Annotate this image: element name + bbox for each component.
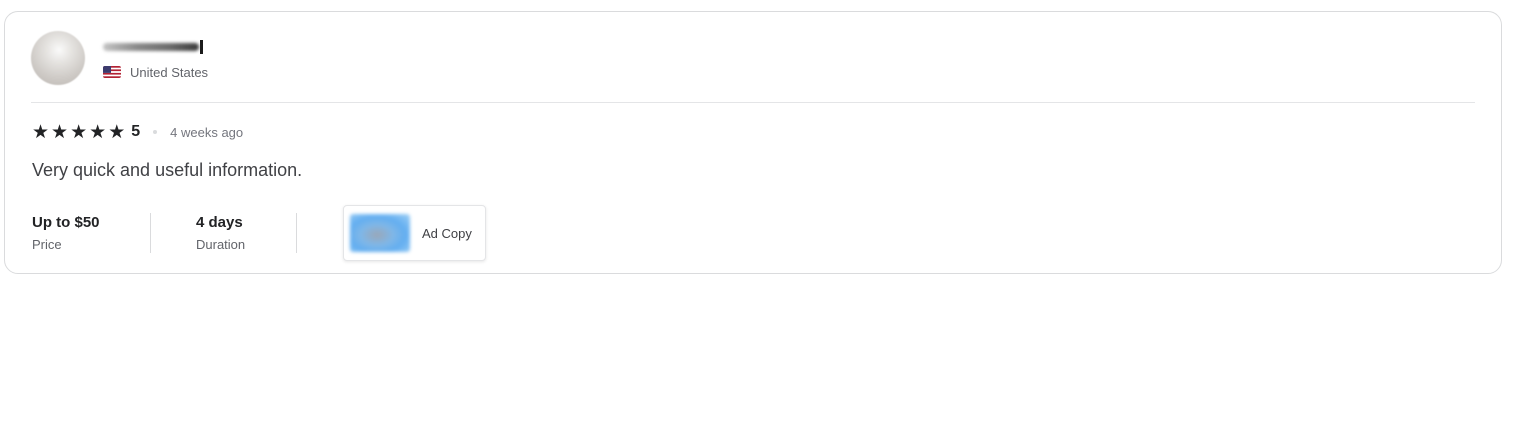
duration-detail: 4 days Duration [196,213,297,253]
us-flag-graphic [103,66,121,78]
review-text: Very quick and useful information. [32,160,303,180]
service-thumbnail [350,214,410,252]
review-card: United States ★ ★ ★ ★ ★ 5 4 weeks ago Ve… [4,11,1502,274]
country-name: United States [130,64,209,80]
reviewer-avatar[interactable] [31,31,85,85]
reviewer-header: United States [31,30,208,86]
rating-value: 5 [131,123,141,140]
duration-value: 4 days [196,214,243,231]
duration-label: Duration [196,237,246,252]
reviewer-country: United States [103,65,208,80]
star-icon: ★ [89,121,107,143]
username-blur [103,42,199,51]
price-label: Price [32,237,62,252]
star-icon: ★ [70,121,88,143]
star-icon: ★ [108,121,126,143]
star-icon: ★ [51,121,69,143]
username-fragment [200,39,203,54]
service-card[interactable]: Ad Copy [343,205,486,261]
reviewer-username-redacted[interactable] [103,37,208,57]
price-value: Up to $50 [32,214,100,231]
price-detail: Up to $50 Price [32,213,151,253]
star-icon: ★ [32,121,50,143]
order-details: Up to $50 Price 4 days Duration Ad Copy [32,198,486,268]
us-flag-icon [103,66,121,78]
rating-row: ★ ★ ★ ★ ★ 5 4 weeks ago [32,121,243,143]
reviewer-meta: United States [103,37,208,80]
star-rating: ★ ★ ★ ★ ★ [32,123,127,142]
separator-dot [153,130,158,134]
review-time: 4 weeks ago [170,124,244,140]
header-divider [31,102,1475,103]
service-name: Ad Copy [422,225,472,241]
